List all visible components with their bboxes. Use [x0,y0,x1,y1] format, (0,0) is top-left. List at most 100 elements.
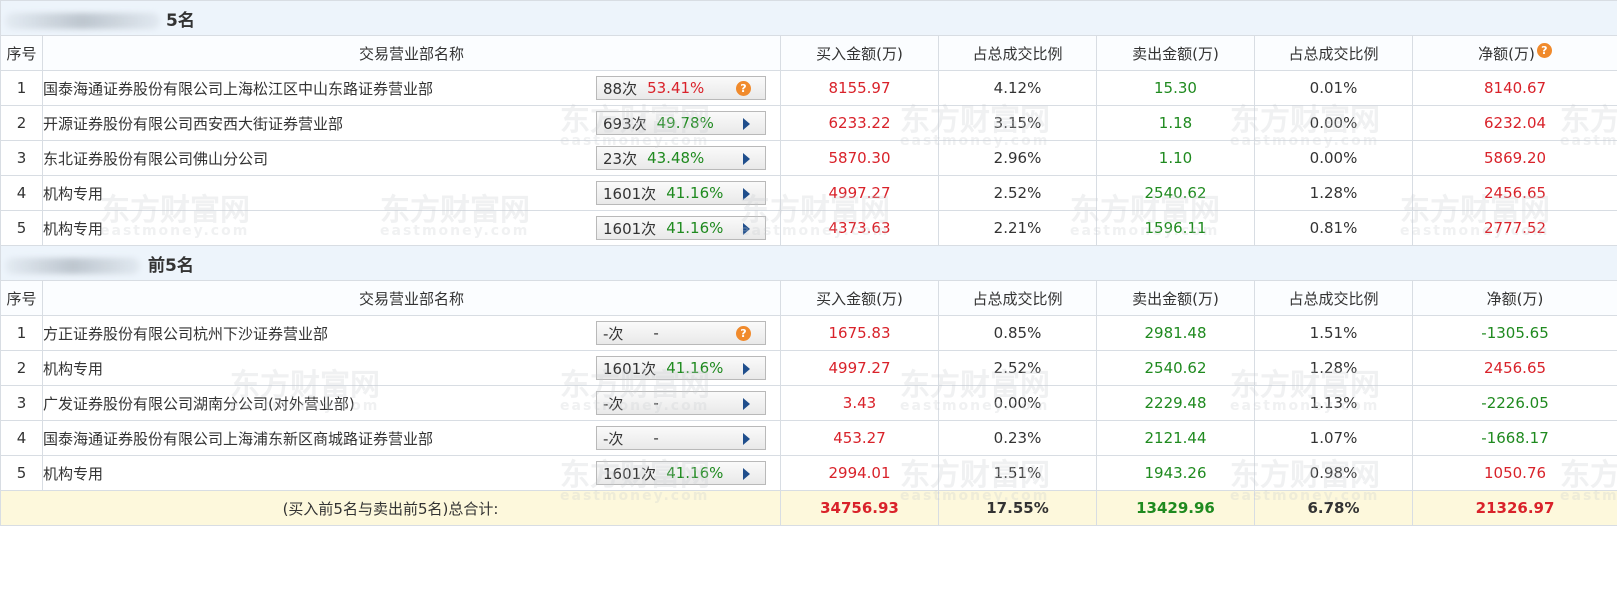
dept-success-rate: 41.16% [666,359,724,377]
row-dept-inner: 东北证券股份有限公司佛山分公司 23次 43.48% [43,146,780,170]
row-sell-ratio: 0.00% [1254,105,1413,141]
dept-success-rate: 53.41% [647,79,705,97]
dept-name-link[interactable]: 方正证券股份有限公司杭州下沙证券营业部 [43,323,328,344]
dept-trade-count: -次 [603,324,624,343]
dept-name-link[interactable]: 广发证券股份有限公司湖南分公司(对外营业部) [43,393,355,414]
dept-name-link[interactable]: 机构专用 [43,358,103,379]
header-buy-ratio: 占总成交比例 [938,280,1097,316]
dept-name-link[interactable]: 机构专用 [43,183,103,204]
section-title: 5名 [166,10,195,31]
section-title-cell: 5名 [0,0,1617,36]
header-sell-ratio: 占总成交比例 [1254,35,1413,71]
row-seq: 4 [0,420,43,456]
row-seq: 2 [0,350,43,386]
header-sell-amount-label: 卖出金额(万) [1132,289,1219,308]
table-row: 4 机构专用 1601次 41.16% 4997.27 2.52% 2540.62 1.28%… [0,175,1617,211]
row-seq: 5 [0,210,43,246]
dept-stat-box[interactable]: 1601次 41.16% [596,461,766,485]
header-dept-name: 交易营业部名称 [42,280,781,316]
header-sell-amount-label: 卖出金额(万) [1132,44,1219,63]
row-sell-amount: 2981.48 [1096,315,1255,351]
header-buy-amount: 买入金额(万) [780,280,939,316]
dragon-tiger-table: 5名 序号 交易营业部名称 买入金额(万) 占总成交比例 卖出金额(万) 占总成交比例 净额(… [0,0,1617,526]
dept-success-rate: 41.16% [666,184,724,202]
arrow-right-icon[interactable] [743,468,750,480]
header-net-amount: 净额(万) [1411,280,1617,316]
header-dept-name: 交易营业部名称 [42,35,781,71]
row-sell-ratio: 1.28% [1254,175,1413,211]
arrow-right-icon[interactable] [743,363,750,375]
dept-name-link[interactable]: 机构专用 [43,463,103,484]
dept-success-rate: 41.16% [666,219,724,237]
row-buy-amount: 6233.22 [780,105,939,141]
row-buy-amount: 8155.97 [780,70,939,106]
table-row: 5 机构专用 1601次 41.16% 2994.01 1.51% 1943.26 0.98%… [0,455,1617,491]
arrow-right-icon[interactable] [743,223,750,235]
dept-trade-count: 693次 [603,114,647,133]
dept-stat-box[interactable]: -次 -? [596,321,766,345]
header-buy-amount: 买入金额(万) [780,35,939,71]
dept-stat-box[interactable]: 1601次 41.16% [596,181,766,205]
total-sell-amount: 13429.96 [1096,490,1255,526]
table-row: 3 东北证券股份有限公司佛山分公司 23次 43.48% 5870.30 2.96% 1.1… [0,140,1617,176]
question-icon[interactable]: ? [736,326,751,341]
dept-name-link[interactable]: 开源证券股份有限公司西安西大街证券营业部 [43,113,343,134]
dept-trade-count: 1601次 [603,184,657,203]
header-seq: 序号 [0,280,43,316]
header-dept-name-label: 交易营业部名称 [358,289,464,308]
row-sell-amount: 2540.62 [1096,175,1255,211]
row-dept-inner: 国泰海通证券股份有限公司上海松江区中山东路证券营业部 88次 53.41%? [43,76,780,100]
row-seq: 3 [0,140,43,176]
arrow-right-icon[interactable] [743,153,750,165]
row-sell-amount: 1943.26 [1096,455,1255,491]
arrow-right-icon[interactable] [743,188,750,200]
section-title-row: 前5名 [0,245,1617,281]
header-seq-label: 序号 [6,289,37,308]
row-seq: 2 [0,105,43,141]
dept-name-link[interactable]: 东北证券股份有限公司佛山分公司 [43,148,268,169]
arrow-right-icon[interactable] [743,433,750,445]
table-row: 5 机构专用 1601次 41.16% 4373.63 2.21% 1596.11 0.81%… [0,210,1617,246]
dept-stat-box[interactable]: 693次 49.78% [596,111,766,135]
table-body: 5名 序号 交易营业部名称 买入金额(万) 占总成交比例 卖出金额(万) 占总成交比例 净额(… [0,0,1617,526]
row-sell-ratio: 0.98% [1254,455,1413,491]
header-buy-amount-label: 买入金额(万) [816,44,903,63]
arrow-right-icon[interactable] [743,118,750,130]
row-net-amount: 2456.65 [1411,350,1617,386]
question-icon[interactable]: ? [736,81,751,96]
row-buy-ratio: 3.15% [938,105,1097,141]
dept-stat-box[interactable]: 88次 53.41%? [596,76,766,100]
row-dept-inner: 机构专用 1601次 41.16% [43,181,780,205]
dept-success-rate: 41.16% [666,464,724,482]
header-dept-name-label: 交易营业部名称 [358,44,464,63]
row-dept-inner: 机构专用 1601次 41.16% [43,461,780,485]
row-sell-ratio: 0.81% [1254,210,1413,246]
row-net-amount: -1305.65 [1411,315,1617,351]
row-dept-inner: 广发证券股份有限公司湖南分公司(对外营业部) -次 - [43,391,780,415]
table-row: 2 开源证券股份有限公司西安西大街证券营业部 693次 49.78% 6233.22 3.… [0,105,1617,141]
row-net-amount: -1668.17 [1411,420,1617,456]
row-seq: 1 [0,70,43,106]
help-question-icon[interactable]: ? [1536,42,1552,58]
header-seq-label: 序号 [6,44,37,63]
dept-stat-box[interactable]: 1601次 41.16% [596,356,766,380]
dept-trade-count: 1601次 [603,464,657,483]
header-sell-ratio: 占总成交比例 [1254,280,1413,316]
dept-stat-box[interactable]: 1601次 41.16% [596,216,766,240]
row-sell-ratio: 1.28% [1254,350,1413,386]
dept-trade-count: -次 [603,394,624,413]
dept-stat-box[interactable]: 23次 43.48% [596,146,766,170]
arrow-right-icon[interactable] [743,398,750,410]
dept-name-link[interactable]: 国泰海通证券股份有限公司上海浦东新区商城路证券营业部 [43,428,433,449]
dept-stat-box[interactable]: -次 - [596,426,766,450]
section-title-row: 5名 [0,0,1617,36]
total-label: (买入前5名与卖出前5名)总合计: [0,490,781,526]
row-net-amount: 5869.20 [1411,140,1617,176]
dept-stat-box[interactable]: -次 - [596,391,766,415]
header-buy-ratio-label: 占总成交比例 [972,44,1063,63]
row-seq: 3 [0,385,43,421]
dept-name-link[interactable]: 国泰海通证券股份有限公司上海松江区中山东路证券营业部 [43,78,433,99]
row-dept-cell: 国泰海通证券股份有限公司上海浦东新区商城路证券营业部 -次 - [42,420,781,456]
table-row: 1 方正证券股份有限公司杭州下沙证券营业部 -次 -? 1675.83 0.85% 2981… [0,315,1617,351]
dept-name-link[interactable]: 机构专用 [43,218,103,239]
